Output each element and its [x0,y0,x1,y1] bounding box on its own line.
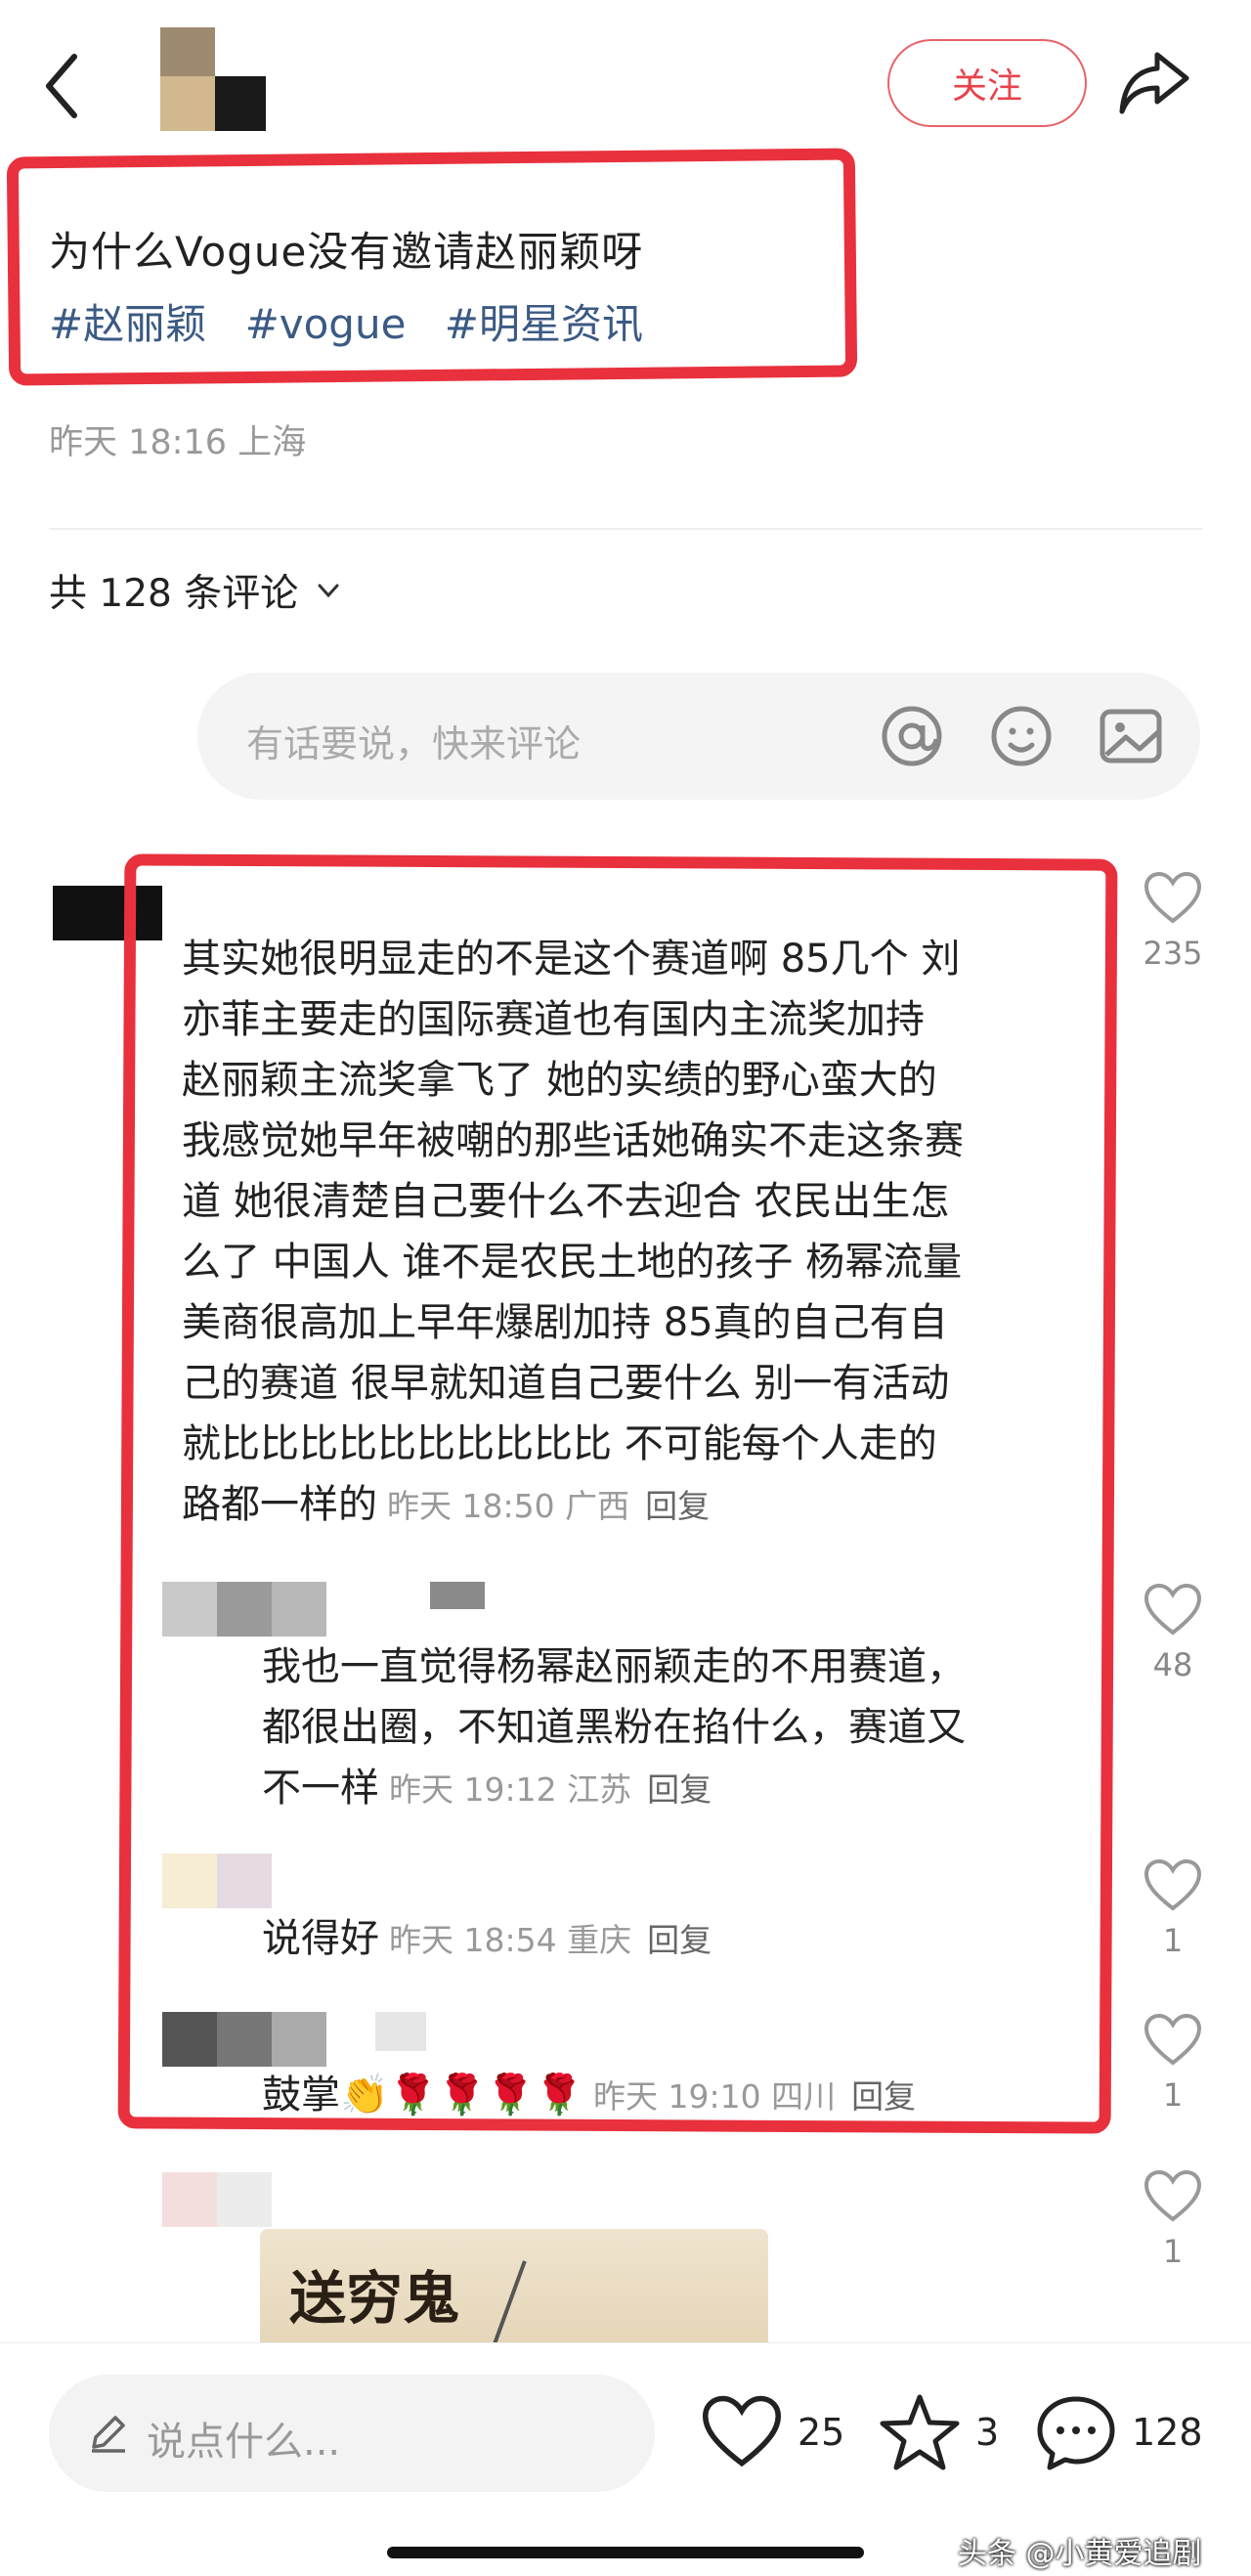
home-indicator[interactable] [387,2547,864,2558]
comment-image[interactable]: 送穷鬼 [260,2229,768,2346]
back-arrow-icon[interactable] [39,49,94,123]
comment-count: 128 [1132,2411,1203,2454]
comment-bubble-icon [1037,2396,1115,2470]
share-icon[interactable] [1118,47,1192,117]
heart-icon [1143,1583,1202,1636]
comment-stat[interactable]: 128 [1034,2388,1203,2476]
like-count: 48 [1152,1646,1193,1683]
image-icon[interactable] [1097,702,1165,770]
heart-icon [1143,2013,1202,2066]
like-stat[interactable]: 25 [700,2388,844,2476]
comment-input-placeholder: 有话要说，快来评论 [246,722,582,765]
bottom-bar: 说点什么... 25 3 128 头条 @小黄爱追剧 [0,2342,1251,2576]
comment-count-label: 共 128 条评论 [49,572,299,616]
heart-icon [1143,1858,1202,1911]
like-count: 1 [1162,2233,1184,2270]
divider [49,528,1202,530]
like-button[interactable]: 1 [1134,1857,1212,1959]
like-button[interactable]: 235 [1134,870,1212,972]
mention-icon[interactable] [878,702,946,770]
star-count: 3 [975,2411,1000,2454]
top-bar: 关注 [0,0,1251,172]
annotation-box-comments [117,853,1118,2134]
comment-input[interactable]: 有话要说，快来评论 [197,673,1200,800]
say-something-input[interactable]: 说点什么... [49,2375,655,2492]
pencil-icon [92,2416,125,2453]
watermark: 头条 @小黄爱追剧 [958,2537,1202,2571]
like-count: 1 [1162,2076,1184,2114]
avatar[interactable] [160,27,270,135]
like-button[interactable]: 1 [1134,2168,1212,2270]
heart-icon [1143,2169,1202,2222]
like-count: 1 [1162,1922,1184,1959]
comment-count-toggle[interactable]: 共 128 条评论 [49,563,343,618]
avatar[interactable] [162,2172,272,2227]
post-meta: 昨天 18:16 上海 [49,423,307,462]
star-icon [880,2394,960,2470]
annotation-box-title [6,148,858,386]
like-count: 25 [798,2411,845,2454]
star-stat[interactable]: 3 [878,2388,999,2476]
comment-image-caption: 送穷鬼 [289,2265,460,2332]
say-something-placeholder: 说点什么... [147,2420,341,2465]
follow-button[interactable]: 关注 [887,39,1087,127]
like-count: 235 [1143,935,1203,972]
like-button[interactable]: 1 [1134,2012,1212,2114]
like-button[interactable]: 48 [1134,1582,1212,1683]
heart-icon [1143,871,1202,924]
emoji-icon[interactable] [987,702,1056,770]
heart-icon [702,2395,782,2467]
chevron-down-icon [318,584,339,598]
